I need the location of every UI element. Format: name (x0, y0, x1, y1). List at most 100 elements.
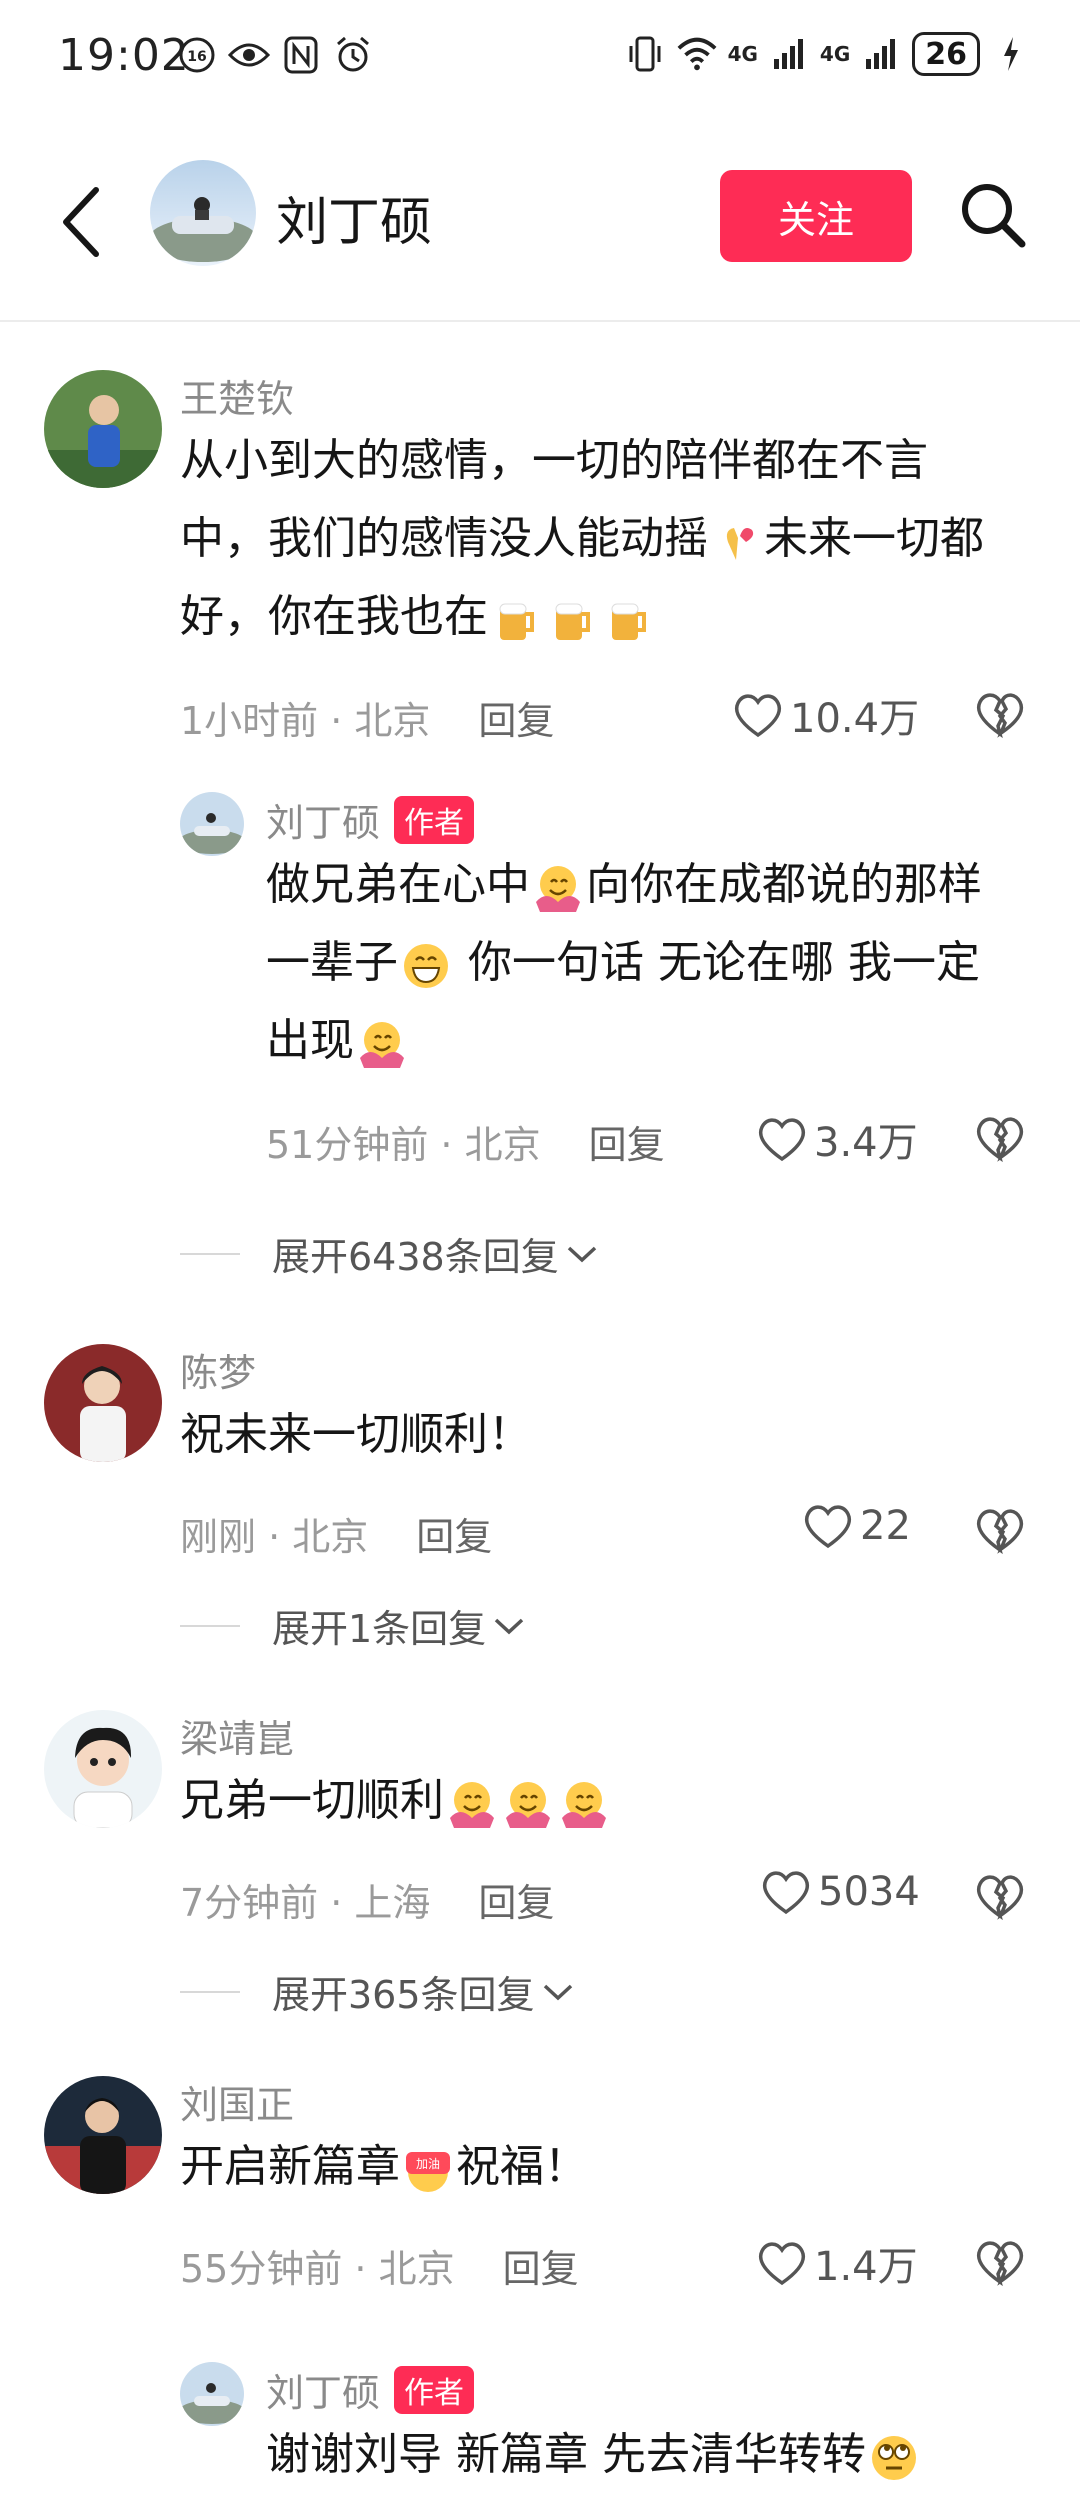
reply-username-row: 刘丁硕 作者 (266, 792, 475, 847)
reply-button[interactable]: 回复 (478, 1872, 554, 1927)
like-count: 1.4万 (814, 2244, 918, 2290)
like-count: 22 (860, 1503, 911, 1549)
reply-button[interactable]: 回复 (503, 2238, 579, 2293)
comment-username[interactable]: 刘国正 (180, 2074, 294, 2129)
reply-meta: 51分钟前 · 北京 回复 (266, 1114, 665, 1169)
chevron-down-icon (543, 1984, 572, 2000)
comment-meta: 7分钟前 · 上海 回复 (180, 1872, 554, 1927)
beer-icon (602, 593, 654, 645)
like-button[interactable]: 22 (802, 1502, 911, 1550)
finger-heart-icon (710, 515, 762, 567)
like-button[interactable]: 1.4万 (756, 2234, 918, 2292)
comment-username[interactable]: 王楚钦 (180, 368, 294, 423)
commenter-avatar[interactable] (44, 370, 162, 488)
reply-button[interactable]: 回复 (589, 1114, 665, 1169)
like-button[interactable]: 5034 (760, 1868, 920, 1916)
like-count: 5034 (818, 1869, 920, 1915)
comment-time-location: 1小时前 · 北京 (180, 699, 431, 743)
comment-text: 兄弟一切顺利 (180, 1762, 1040, 1840)
hd-icon: 16 (176, 34, 218, 76)
nfc-icon (280, 34, 322, 76)
user-avatar[interactable] (150, 160, 256, 266)
expand-replies-label: 展开6438条回复 (272, 1235, 559, 1279)
comment-item: 王楚钦 从小到大的感情，一切的陪伴都在不言 中，我们的感情没人能动摇 未来一切都 … (0, 360, 1080, 1279)
comment-text: 祝未来一切顺利！ (180, 1409, 532, 1460)
eye-roll-emoji-icon (868, 2431, 920, 2483)
like-button[interactable]: 3.4万 (756, 1110, 918, 1168)
comment-username[interactable]: 陈梦 (180, 1342, 256, 1397)
broken-heart-icon[interactable] (974, 1112, 1026, 1164)
back-arrow-icon[interactable] (56, 182, 106, 262)
expand-replies-label: 展开365条回复 (272, 1973, 535, 2017)
hug-emoji-icon (446, 1777, 498, 1829)
hug-emoji-icon (356, 1017, 408, 1069)
broken-heart-icon[interactable] (974, 688, 1026, 740)
author-badge: 作者 (394, 2365, 475, 2414)
svg-text:16: 16 (187, 49, 206, 65)
expand-replies-button[interactable]: 展开365条回复 (180, 1964, 575, 2019)
vibrate-icon (624, 33, 666, 75)
commenter-avatar[interactable] (44, 1710, 162, 1828)
eye-icon (228, 34, 270, 76)
reply-username[interactable]: 刘丁硕 (266, 2362, 380, 2417)
page-title: 刘丁硕 (276, 193, 433, 253)
grin-emoji-icon (400, 939, 452, 991)
follow-button[interactable]: 关注 (720, 170, 912, 262)
beer-icon (546, 593, 598, 645)
reply-button[interactable]: 回复 (478, 690, 554, 745)
reply-username-row: 刘丁硕 作者 (266, 2362, 475, 2417)
comment-meta: 1小时前 · 北京 回复 (180, 690, 554, 745)
cheer-emoji-icon: 加油 (402, 2143, 454, 2195)
signal-icon-2 (860, 33, 902, 75)
reply-avatar[interactable] (180, 2362, 244, 2426)
like-count: 3.4万 (814, 1120, 918, 1166)
heart-icon (758, 1118, 806, 1162)
comment-item: 刘国正 开启新篇章 加油 祝福！ 55分钟前 · 北京 回复 1.4万 刘丁硕 作者… (0, 2066, 1080, 2480)
battery-indicator: 26 (912, 32, 980, 76)
reply-time-location: 51分钟前 · 北京 (266, 1123, 541, 1167)
comment-item: 梁靖崑 兄弟一切顺利 7分钟前 · 上海 回复 5034 展开365条回复 (0, 1700, 1080, 2030)
expand-replies-button[interactable]: 展开6438条回复 (180, 1226, 599, 1281)
network-type-1: 4G (727, 42, 758, 66)
svg-text:加油: 加油 (416, 2157, 440, 2171)
status-icons-left: 16 (176, 34, 374, 76)
charging-icon (990, 33, 1032, 75)
chevron-down-icon (567, 1246, 596, 1262)
hug-emoji-icon (532, 861, 584, 913)
status-bar: 19:02 16 4G 4G 26 (0, 0, 1080, 120)
search-icon[interactable] (958, 180, 1028, 250)
reply-avatar[interactable] (180, 792, 244, 856)
top-bar: 刘丁硕 关注 (0, 150, 1080, 322)
reply-text: 做兄弟在心中 向你在成都说的那样 一辈子 你一句话 无论在哪 我一定 出现 (266, 846, 1046, 1080)
status-icons-right: 4G 4G 26 (624, 32, 1032, 76)
expand-replies-button[interactable]: 展开1条回复 (180, 1598, 526, 1653)
comment-meta: 刚刚 · 北京 回复 (180, 1506, 492, 1561)
chevron-down-icon (495, 1618, 524, 1634)
status-time: 19:02 (58, 30, 190, 81)
commenter-avatar[interactable] (44, 1344, 162, 1462)
comment-time-location: 55分钟前 · 北京 (180, 2247, 455, 2291)
reply-button[interactable]: 回复 (416, 1506, 492, 1561)
commenter-avatar[interactable] (44, 2076, 162, 2194)
broken-heart-icon[interactable] (974, 1870, 1026, 1922)
comment-time-location: 刚刚 · 北京 (180, 1515, 369, 1559)
broken-heart-icon[interactable] (974, 2236, 1026, 2288)
hug-emoji-icon (558, 1777, 610, 1829)
like-button[interactable]: 10.4万 (732, 686, 919, 744)
expand-replies-label: 展开1条回复 (272, 1607, 487, 1651)
author-badge: 作者 (394, 795, 475, 844)
reply-text: 谢谢刘导 新篇章 先去清华转转 (266, 2416, 1046, 2494)
hug-emoji-icon (502, 1777, 554, 1829)
comment-text: 开启新篇章 加油 祝福！ (180, 2128, 1040, 2206)
comment-item: 陈梦 祝未来一切顺利！ 刚刚 · 北京 回复 22 展开1条回复 (0, 1334, 1080, 1664)
comment-time-location: 7分钟前 · 上海 (180, 1881, 431, 1925)
wifi-icon (676, 33, 718, 75)
like-count: 10.4万 (790, 696, 920, 742)
comment-text: 从小到大的感情，一切的陪伴都在不言 中，我们的感情没人能动摇 未来一切都 好，你在… (180, 422, 1040, 656)
broken-heart-icon[interactable] (974, 1504, 1026, 1556)
reply-username[interactable]: 刘丁硕 (266, 792, 380, 847)
signal-icon-1 (768, 33, 810, 75)
comment-username[interactable]: 梁靖崑 (180, 1708, 294, 1763)
comment-meta: 55分钟前 · 北京 回复 (180, 2238, 579, 2293)
network-type-2: 4G (819, 42, 851, 66)
